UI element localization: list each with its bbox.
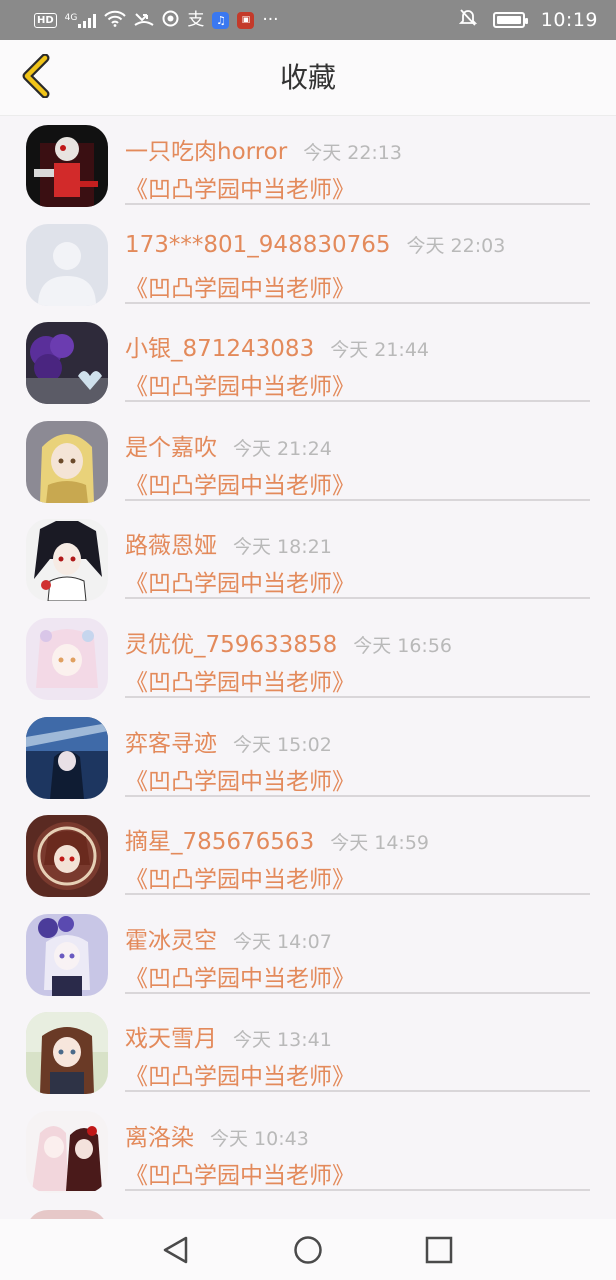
user-name: 弈客寻迹 — [125, 730, 217, 757]
user-name: 灵优优_759633858 — [125, 631, 338, 658]
book-title[interactable]: 《凹凸学园中当老师》 — [125, 466, 355, 500]
network-type: 4G — [64, 12, 78, 23]
avatar — [26, 223, 108, 306]
list-item[interactable]: 小银_871243083 今天 21:44 《凹凸学园中当老师》 — [0, 314, 616, 413]
list-item[interactable]: 是个嘉吹 今天 21:24 《凹凸学园中当老师》 — [0, 413, 616, 512]
list-item[interactable]: 路薇恩娅 今天 18:21 《凹凸学园中当老师》 — [0, 511, 616, 610]
item-text: 是个嘉吹 今天 21:24 《凹凸学园中当老师》 — [125, 413, 590, 501]
book-title[interactable]: 《凹凸学园中当老师》 — [125, 959, 355, 993]
user-name: 路薇恩娅 — [125, 533, 217, 560]
book-title[interactable]: 《凹凸学园中当老师》 — [125, 762, 355, 796]
item-text: 173***801_948830765 今天 22:03 《凹凸学园中当老师》 — [125, 216, 590, 304]
game-app-icon: ▣ — [237, 11, 255, 29]
timestamp: 今天 22:03 — [406, 234, 506, 257]
item-text: 灵优优_759633858 今天 16:56 《凹凸学园中当老师》 — [125, 610, 590, 698]
avatar — [26, 1209, 108, 1219]
signal-icon: 4G — [65, 13, 97, 28]
item-text: 一只吃肉horror 今天 22:13 《凹凸学园中当老师》 — [125, 117, 590, 205]
nav-recent-button[interactable] — [422, 1233, 456, 1267]
timestamp: 今天 15:02 — [233, 733, 332, 756]
avatar — [26, 125, 108, 207]
more-notifications-icon: ··· — [262, 9, 279, 30]
nav-recent-icon — [422, 1236, 456, 1271]
missed-call-icon — [134, 10, 154, 31]
music-app-icon: ♫ — [212, 11, 230, 29]
back-button[interactable] — [14, 53, 58, 102]
timestamp: 今天 22:13 — [303, 142, 402, 164]
item-text: 小银_871243083 今天 21:44 《凹凸学园中当老师》 — [125, 314, 590, 403]
user-name: 戏天雪月 — [125, 1026, 217, 1053]
nav-home-icon — [291, 1236, 325, 1271]
timestamp: 今天 14:59 — [330, 832, 429, 855]
nav-home-button[interactable] — [291, 1233, 325, 1267]
timestamp: 今天 21:44 — [330, 339, 429, 362]
user-name: 小银_871243083 — [125, 336, 315, 363]
nav-back-icon — [159, 1236, 193, 1271]
book-title[interactable]: 《凹凸学园中当老师》 — [125, 663, 355, 697]
book-title[interactable]: 《凹凸学园中当老师》 — [125, 170, 355, 204]
avatar — [26, 716, 108, 799]
list-item[interactable]: 离洛染 今天 10:43 《凹凸学园中当老师》 — [0, 1103, 616, 1202]
status-left: HD 4G 支 ♫ ▣ ··· — [34, 10, 279, 31]
list-item[interactable]: 霍冰灵空 今天 14:07 《凹凸学园中当老师》 — [0, 906, 616, 1005]
avatar — [26, 420, 108, 503]
navigation-bar — [0, 1219, 616, 1280]
avatar — [26, 913, 108, 996]
list-item[interactable]: 一只吃肉horror 今天 22:13 《凹凸学园中当老师》 — [0, 117, 616, 216]
book-title[interactable]: 《凹凸学园中当老师》 — [125, 367, 355, 401]
item-text: 弈客寻迹 今天 15:02 《凹凸学园中当老师》 — [125, 709, 590, 797]
avatar — [26, 617, 108, 700]
user-name: 霍冰灵空 — [125, 927, 217, 954]
avatar — [26, 1110, 108, 1193]
book-title[interactable]: 《凹凸学园中当老师》 — [125, 269, 355, 303]
chevron-left-icon — [19, 53, 53, 102]
status-bar: HD 4G 支 ♫ ▣ ··· 10:19 — [0, 0, 616, 40]
timestamp: 今天 18:21 — [233, 536, 332, 559]
avatar — [26, 1012, 108, 1095]
list-item[interactable]: 戏天雪月 今天 13:41 《凹凸学园中当老师》 — [0, 1004, 616, 1103]
user-name: 是个嘉吹 — [125, 434, 217, 461]
user-name: 一只吃肉horror — [125, 139, 288, 165]
timestamp: 今天 13:41 — [233, 1029, 332, 1052]
item-text: 戏天雪月 今天 13:41 《凹凸学园中当老师》 — [125, 1004, 590, 1093]
list-item[interactable]: 173***801_948830765 今天 22:03 《凹凸学园中当老师》 — [0, 216, 616, 315]
header: 收藏 — [0, 40, 616, 116]
list-item[interactable] — [0, 1202, 616, 1219]
user-name: 离洛染 — [125, 1124, 194, 1151]
list-item[interactable]: 摘星_785676563 今天 14:59 《凹凸学园中当老师》 — [0, 807, 616, 906]
timestamp: 今天 21:24 — [233, 437, 332, 460]
avatar — [26, 519, 108, 602]
book-title[interactable]: 《凹凸学园中当老师》 — [125, 1156, 355, 1190]
item-text: 摘星_785676563 今天 14:59 《凹凸学园中当老师》 — [125, 807, 590, 896]
wifi-icon — [104, 10, 127, 31]
app-icon — [162, 10, 179, 31]
timestamp: 今天 16:56 — [353, 634, 452, 657]
avatar — [26, 322, 108, 405]
book-title[interactable]: 《凹凸学园中当老师》 — [125, 860, 355, 894]
user-name: 摘星_785676563 — [125, 829, 315, 856]
book-title[interactable]: 《凹凸学园中当老师》 — [125, 1057, 355, 1091]
item-text: 离洛染 今天 10:43 《凹凸学园中当老师》 — [125, 1103, 590, 1191]
favorites-list: 一只吃肉horror 今天 22:13 《凹凸学园中当老师》 173***801_… — [0, 117, 616, 1219]
pay-icon: 支 — [187, 9, 205, 30]
timestamp: 今天 14:07 — [233, 930, 332, 953]
item-text: 霍冰灵空 今天 14:07 《凹凸学园中当老师》 — [125, 906, 590, 994]
page-title: 收藏 — [279, 61, 336, 94]
status-right: 10:19 — [458, 8, 598, 32]
timestamp: 今天 10:43 — [210, 1127, 309, 1150]
nav-back-button[interactable] — [159, 1233, 193, 1267]
clock: 10:19 — [540, 9, 598, 31]
user-name: 173***801_948830765 — [125, 231, 391, 258]
list-item[interactable]: 弈客寻迹 今天 15:02 《凹凸学园中当老师》 — [0, 709, 616, 808]
battery-icon — [492, 12, 528, 28]
list-item[interactable]: 灵优优_759633858 今天 16:56 《凹凸学园中当老师》 — [0, 610, 616, 709]
avatar — [26, 815, 108, 898]
item-text: 路薇恩娅 今天 18:21 《凹凸学园中当老师》 — [125, 511, 590, 600]
hd-icon: HD — [34, 12, 57, 28]
mute-icon — [458, 8, 477, 32]
book-title[interactable]: 《凹凸学园中当老师》 — [125, 564, 355, 598]
